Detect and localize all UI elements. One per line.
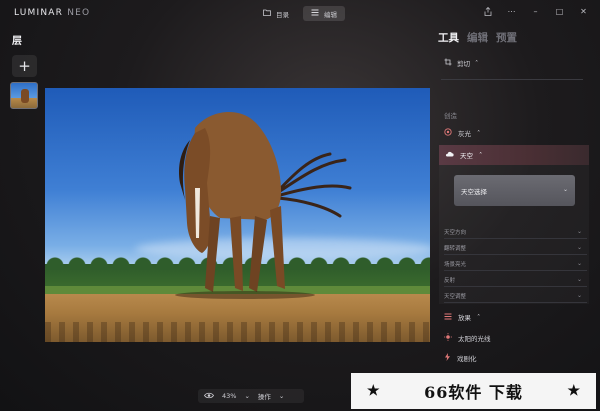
lightning-icon bbox=[444, 353, 451, 363]
actions-button[interactable]: 操作 bbox=[258, 391, 271, 401]
sunrays-tool[interactable]: 太阳的光线 bbox=[444, 333, 491, 343]
sub-item-label: 天空方向 bbox=[444, 230, 467, 236]
sky-tool-header[interactable]: 天空 ˄ bbox=[439, 145, 589, 165]
add-layer-button[interactable]: + bbox=[12, 55, 37, 77]
light-tool[interactable]: 灰光 ˄ bbox=[444, 128, 480, 138]
light-icon bbox=[444, 128, 452, 138]
sun-icon bbox=[444, 333, 452, 343]
more-icon[interactable]: ⋯ bbox=[507, 7, 516, 19]
sub-item-label: 反射 bbox=[444, 278, 456, 284]
app-logo: LUMINAR NEO bbox=[14, 8, 90, 18]
logo-main: LUMINAR bbox=[14, 8, 64, 18]
chevron-down-icon: ⌄ bbox=[576, 228, 582, 235]
drama-label: 戏剧化 bbox=[457, 355, 477, 363]
lines-icon bbox=[444, 313, 452, 322]
menu-icon bbox=[311, 9, 319, 18]
sky-sub-item[interactable]: 翻转调整 ⌄ bbox=[444, 242, 587, 255]
sub-item-label: 翻转调整 bbox=[444, 246, 467, 252]
sky-sub-item[interactable]: 反射 ⌄ bbox=[444, 274, 587, 287]
chevron-down-icon: ⌄ bbox=[576, 260, 582, 267]
sky-sub-item[interactable]: 天空方向 ⌄ bbox=[444, 226, 587, 239]
sunrays-label: 太阳的光线 bbox=[458, 335, 491, 343]
tab-tools[interactable]: 工具 bbox=[438, 30, 459, 45]
sky-label: 天空 bbox=[460, 152, 473, 160]
sky-sub-item[interactable]: 场景亮光 ⌄ bbox=[444, 258, 587, 271]
rays-label: 放果 bbox=[458, 314, 471, 322]
crop-icon bbox=[444, 58, 452, 68]
sub-item-label: 天空调整 bbox=[444, 294, 467, 300]
watermark-banner: ★ 66软件 下载 ★ bbox=[351, 373, 596, 409]
chevron-down-icon: ⌄ bbox=[278, 392, 285, 400]
close-icon[interactable]: ✕ bbox=[579, 7, 588, 19]
star-icon: ★ bbox=[567, 383, 580, 399]
tab-catalog-label: 目录 bbox=[276, 10, 289, 19]
sky-selection-dropdown[interactable]: 天空选择 ⌄ bbox=[454, 175, 575, 206]
tab-edit[interactable]: 编辑 bbox=[303, 6, 345, 21]
share-icon[interactable] bbox=[483, 6, 492, 19]
window-controls: ⋯ – □ ✕ bbox=[483, 6, 588, 19]
zoom-level[interactable]: 43% bbox=[222, 392, 236, 400]
right-panel-tabs: 工具 编辑 预置 bbox=[438, 30, 517, 45]
chevron-up-icon: ˄ bbox=[479, 151, 483, 159]
tab-edit-panel[interactable]: 编辑 bbox=[467, 30, 488, 45]
photo-canvas[interactable] bbox=[45, 88, 430, 342]
chevron-down-icon: ⌄ bbox=[562, 186, 568, 193]
layer-thumbnail[interactable] bbox=[10, 82, 38, 109]
chevron-up-icon: ˄ bbox=[477, 313, 481, 321]
horse-illustration bbox=[175, 112, 352, 299]
tab-edit-label: 编辑 bbox=[324, 10, 337, 19]
crop-tool[interactable]: 剪切 ˄ bbox=[444, 58, 478, 68]
divider bbox=[441, 79, 583, 80]
section-create-label: 创造 bbox=[444, 112, 457, 120]
tab-presets[interactable]: 预置 bbox=[496, 30, 517, 45]
sub-item-label: 场景亮光 bbox=[444, 262, 467, 268]
sky-sub-item[interactable]: 天空调整 ⌄ bbox=[444, 290, 587, 303]
light-label: 灰光 bbox=[458, 130, 471, 138]
zoom-bar: 43% ⌄ 操作 ⌄ bbox=[198, 389, 304, 403]
chevron-down-icon: ⌄ bbox=[244, 392, 250, 400]
mode-tabs: 目录 编辑 bbox=[255, 6, 345, 21]
chevron-down-icon: ⌄ bbox=[576, 276, 582, 283]
star-icon: ★ bbox=[367, 383, 380, 399]
crop-label: 剪切 bbox=[457, 60, 470, 68]
cloud-icon bbox=[445, 151, 454, 159]
chevron-down-icon: ⌄ bbox=[576, 244, 582, 251]
drama-tool[interactable]: 戏剧化 bbox=[444, 353, 477, 363]
minimize-icon[interactable]: – bbox=[531, 7, 540, 19]
chevron-up-icon: ˄ bbox=[477, 129, 481, 137]
watermark-text: 66软件 下载 bbox=[424, 383, 523, 402]
folder-icon bbox=[263, 9, 271, 18]
chevron-down-icon: ⌄ bbox=[576, 292, 582, 299]
eye-icon[interactable] bbox=[204, 392, 214, 401]
layers-title: 层 bbox=[12, 36, 22, 47]
maximize-icon[interactable]: □ bbox=[555, 7, 564, 19]
sky-selection-value: 天空选择 bbox=[461, 187, 487, 196]
title-bar: LUMINAR NEO 目录 编辑 ⋯ – □ ✕ bbox=[0, 0, 600, 26]
rays-tool[interactable]: 放果 ˄ bbox=[444, 312, 480, 322]
tab-catalog[interactable]: 目录 bbox=[255, 6, 297, 21]
chevron-up-icon: ˄ bbox=[475, 59, 479, 67]
thumbnail-subject bbox=[21, 89, 29, 103]
logo-sub: NEO bbox=[67, 8, 91, 18]
